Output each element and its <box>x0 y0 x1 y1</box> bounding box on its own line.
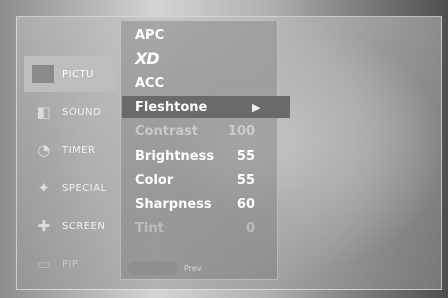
sidebar-item-screen[interactable]: ✚ SCREEN <box>24 208 116 244</box>
sidebar-item-picture[interactable]: PICTU <box>24 56 116 92</box>
menu-item-sharpness[interactable]: Sharpness 60 <box>135 193 275 215</box>
menu-item-acc[interactable]: ACC <box>135 72 275 94</box>
pip-icon: ▭ <box>36 255 52 273</box>
clock-icon: ◔ <box>37 141 51 159</box>
menu-item-xd[interactable]: XD <box>135 47 275 69</box>
sidebar-item-label: SCREEN <box>62 220 106 232</box>
menu-item-label: Tint <box>135 220 164 236</box>
menu-item-fleshtone[interactable]: Fleshtone ▶ <box>122 96 290 118</box>
menu-item-label: XD <box>135 48 160 68</box>
menu-item-label: Sharpness <box>135 196 212 212</box>
picture-icon <box>32 65 54 83</box>
menu-item-value: 55 <box>236 148 255 164</box>
speaker-icon: ◧ <box>36 103 52 121</box>
menu-item-label: Contrast <box>135 123 199 139</box>
menu-item-color[interactable]: Color 55 <box>135 169 275 191</box>
menu-item-value: 60 <box>236 196 255 212</box>
prev-button[interactable]: Prev. <box>128 260 248 276</box>
sidebar-item-sound[interactable]: ◧ SOUND <box>24 94 116 130</box>
sidebar-item-special[interactable]: ✦ SPECIAL <box>24 170 116 206</box>
submenu-arrow-icon: ▶ <box>252 100 261 114</box>
menu-item-brightness[interactable]: Brightness 55 <box>135 145 275 167</box>
sidebar-item-label: SPECIAL <box>62 182 107 194</box>
prev-pill-icon <box>128 261 178 275</box>
menu-item-contrast[interactable]: Contrast 100 <box>135 120 275 142</box>
menu-item-tint[interactable]: Tint 0 <box>135 217 275 239</box>
sidebar-item-label: PICTU <box>62 68 94 80</box>
special-icon: ✦ <box>37 179 51 197</box>
sidebar-item-timer[interactable]: ◔ TIMER <box>24 132 116 168</box>
menu-item-label: APC <box>135 27 165 43</box>
prev-label: Prev. <box>184 263 204 273</box>
menu-item-value: 55 <box>236 172 255 188</box>
menu-item-apc[interactable]: APC <box>135 24 275 46</box>
menu-item-label: Brightness <box>135 148 215 164</box>
menu-item-value: 0 <box>245 220 255 236</box>
sidebar-item-label: SOUND <box>62 106 102 118</box>
sidebar-item-pip[interactable]: ▭ PIP <box>24 246 116 282</box>
sidebar-item-label: PIP <box>62 258 79 270</box>
screen-icon: ✚ <box>37 217 51 235</box>
menu-item-label: Fleshtone <box>135 99 208 115</box>
menu-item-label: ACC <box>135 75 165 91</box>
menu-item-label: Color <box>135 172 174 188</box>
sidebar-item-label: TIMER <box>62 144 96 156</box>
osd-sidebar: PICTU ◧ SOUND ◔ TIMER ✦ SPECIAL ✚ SCREEN… <box>24 52 116 282</box>
menu-item-value: 100 <box>227 123 255 139</box>
